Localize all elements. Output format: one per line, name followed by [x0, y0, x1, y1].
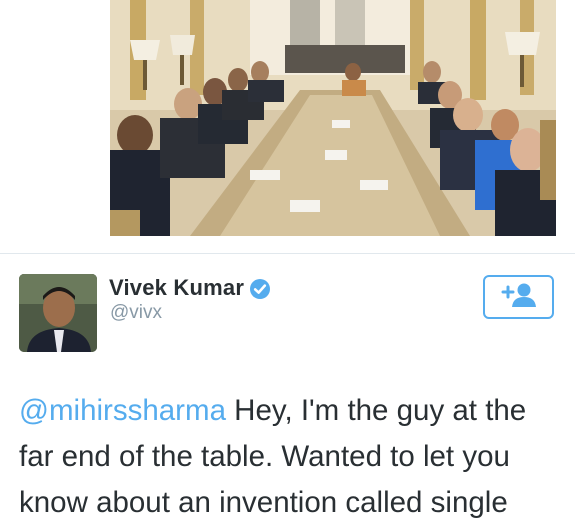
- add-user-icon: [501, 282, 537, 313]
- author-name[interactable]: Vivek Kumar: [109, 275, 244, 301]
- verified-badge-icon: [249, 278, 271, 300]
- follow-button[interactable]: [483, 275, 554, 319]
- author-handle[interactable]: @vivx: [110, 302, 162, 324]
- tweet-text-line-3: know about an invention called single: [19, 486, 508, 519]
- tweet-text-line-1: @mihirssharma Hey, I'm the guy at the: [19, 388, 575, 434]
- tweet-text-line-2: far end of the table. Wanted to let you: [19, 440, 510, 473]
- tweet-text: @mihirssharma Hey, I'm the guy at the fa…: [19, 388, 575, 526]
- tweet-text-line-1-rest: Hey, I'm the guy at the: [225, 394, 527, 427]
- author-avatar[interactable]: [19, 274, 97, 352]
- divider: [0, 253, 575, 254]
- mention-link[interactable]: @mihirssharma: [19, 394, 226, 427]
- tweet-photo[interactable]: [110, 0, 556, 236]
